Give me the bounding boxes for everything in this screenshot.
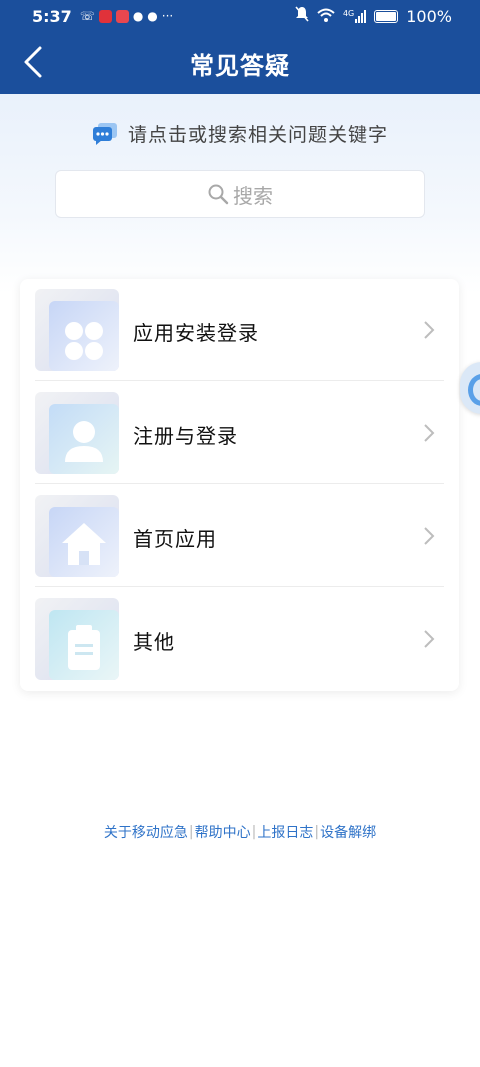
status-time: 5:37 <box>32 6 72 26</box>
list-item-register-login[interactable]: 注册与登录 <box>35 382 444 484</box>
page-title: 常见答疑 <box>190 52 290 80</box>
notification-icons: ☏ ● ● ··· <box>80 9 173 23</box>
list-item-app-install-login[interactable]: 应用安装登录 <box>35 279 444 381</box>
signal-icon: 4G <box>342 9 367 23</box>
list-item-label: 首页应用 <box>133 527 217 551</box>
list-item-label: 应用安装登录 <box>133 321 259 345</box>
network-type: 4G <box>342 9 355 18</box>
battery-icon <box>374 9 399 23</box>
chevron-right-icon <box>424 527 435 545</box>
home-icon <box>35 495 119 577</box>
unbind-device-link[interactable]: 设备解绑 <box>320 822 376 842</box>
footer-links: 关于移动应急 | 帮助中心 | 上报日志 | 设备解绑 <box>0 822 480 842</box>
status-bar: 5:37 ☏ ● ● ··· 4G 100% <box>0 0 480 32</box>
wechat-icon: ● <box>147 9 158 23</box>
list-item-label: 注册与登录 <box>133 424 238 448</box>
status-right: 4G 100% <box>295 0 452 32</box>
search-prompt: 请点击或搜索相关问题关键字 <box>0 120 480 147</box>
chevron-right-icon <box>424 630 435 648</box>
chevron-right-icon <box>424 424 435 442</box>
message-icon: ● <box>132 9 144 23</box>
divider <box>35 380 444 381</box>
prompt-text: 请点击或搜索相关问题关键字 <box>127 124 388 146</box>
clipboard-icon <box>35 598 119 680</box>
list-item-other[interactable]: 其他 <box>35 588 444 690</box>
faq-category-list: 应用安装登录 注册与登录 首页应用 其他 <box>20 279 459 691</box>
list-item-home-apps[interactable]: 首页应用 <box>35 485 444 587</box>
chevron-right-icon <box>424 321 435 339</box>
divider <box>35 483 444 484</box>
app-notification-icon <box>115 9 129 23</box>
report-log-link[interactable]: 上报日志 <box>257 822 313 842</box>
separator: | <box>314 824 320 840</box>
about-link[interactable]: 关于移动应急 <box>104 822 188 842</box>
mute-icon <box>295 6 309 26</box>
nav-bar: 常见答疑 <box>0 32 480 94</box>
separator: | <box>251 824 257 840</box>
battery-percent: 100% <box>406 6 452 26</box>
user-icon <box>35 392 119 474</box>
apps-grid-icon <box>35 289 119 371</box>
search-input[interactable]: 搜索 <box>55 170 425 218</box>
floating-assistant-button[interactable] <box>460 362 480 414</box>
missed-call-icon: ☏ <box>79 9 95 23</box>
separator: | <box>188 824 194 840</box>
search-icon <box>208 184 229 205</box>
app-header: 5:37 ☏ ● ● ··· 4G 100% 常见答疑 <box>0 0 480 94</box>
list-item-label: 其他 <box>133 630 175 654</box>
search-placeholder: 搜索 <box>233 183 273 208</box>
more-notifications-icon: ··· <box>161 9 174 23</box>
chat-bubble-icon <box>92 122 117 145</box>
divider <box>35 586 444 587</box>
help-center-link[interactable]: 帮助中心 <box>195 822 251 842</box>
wifi-icon <box>317 7 335 26</box>
app-notification-icon <box>98 9 112 23</box>
